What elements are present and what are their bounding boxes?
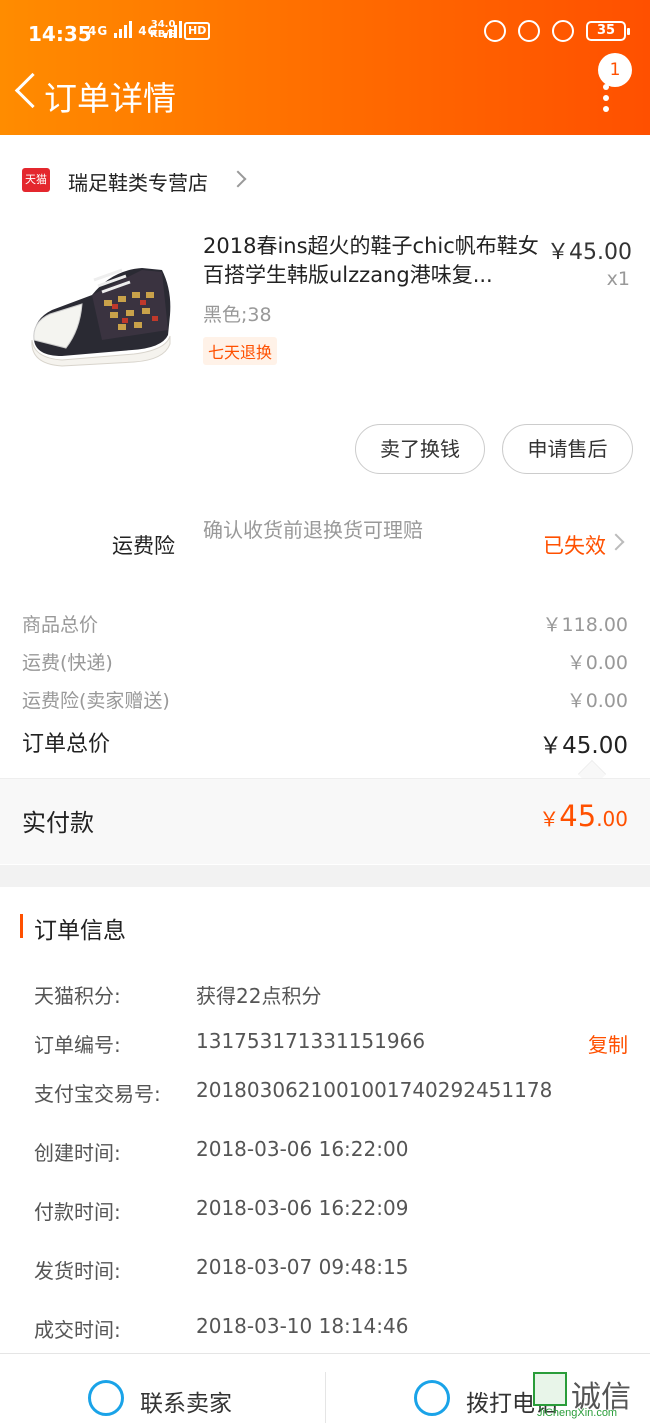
shipping-insurance-desc: 确认收货前退换货可理赔 bbox=[203, 518, 423, 542]
watermark-icon bbox=[533, 1372, 567, 1406]
shipping-insurance-status[interactable]: 已失效 bbox=[543, 530, 606, 560]
hd-icon: HD bbox=[184, 22, 211, 40]
watermark-logo: 诚信 JiChengXin.com bbox=[533, 1372, 650, 1423]
product-sku: 黑色;38 bbox=[203, 304, 272, 326]
more-icon bbox=[603, 84, 609, 117]
goods-total-row: 商品总价 ￥118.00 bbox=[22, 614, 628, 636]
status-bar: 14:35 4G 4G 34.0 KB/S HD 35 bbox=[0, 0, 650, 66]
actual-payment-value: ￥45.00 bbox=[539, 799, 628, 833]
network-speed: 34.0 KB/S bbox=[150, 19, 177, 40]
actual-payment-box: 实付款 ￥45.00 bbox=[0, 778, 650, 864]
product-title[interactable]: 2018春ins超火的鞋子chic帆布鞋女百搭学生韩版ulzzang港味复... bbox=[203, 232, 541, 290]
signal-icon bbox=[114, 20, 133, 38]
actual-payment-label: 实付款 bbox=[22, 809, 94, 837]
insurance-fee-row: 运费险(卖家赠送) ￥0.00 bbox=[22, 690, 628, 712]
status-icons: 35 bbox=[484, 20, 630, 42]
tmall-logo: 天猫 bbox=[22, 168, 50, 192]
shipping-insurance-label: 运费险 bbox=[112, 534, 175, 558]
copy-order-number-button[interactable]: 复制 bbox=[588, 1029, 628, 1058]
vibrate-icon bbox=[484, 20, 506, 42]
shop-name: 瑞足鞋类专营店 bbox=[68, 171, 208, 195]
back-button[interactable] bbox=[12, 70, 42, 114]
chevron-right-icon bbox=[229, 170, 247, 188]
apply-aftersale-button[interactable]: 申请售后 bbox=[502, 424, 633, 474]
sell-for-cash-button[interactable]: 卖了换钱 bbox=[355, 424, 485, 474]
page-title: 订单详情 bbox=[44, 79, 176, 118]
contact-seller-button[interactable]: 联系卖家 bbox=[0, 1354, 325, 1423]
header-bar: 14:35 4G 4G 34.0 KB/S HD 35 订单详情 1 bbox=[0, 0, 650, 135]
return-policy-tag: 七天退换 bbox=[203, 337, 278, 365]
battery-icon: 35 bbox=[586, 21, 630, 41]
shop-row[interactable]: 天猫 瑞足鞋类专营店 bbox=[0, 160, 650, 200]
product-image[interactable] bbox=[22, 240, 182, 370]
order-total-row: 订单总价 ￥45.00 bbox=[22, 732, 628, 759]
chat-icon bbox=[88, 1380, 124, 1416]
product-price: ￥45.00 bbox=[547, 240, 632, 265]
notification-badge: 1 bbox=[598, 53, 632, 87]
lock-rotation-icon bbox=[518, 20, 540, 42]
product-quantity: x1 bbox=[606, 268, 630, 290]
phone-icon bbox=[414, 1380, 450, 1416]
status-time: 14:35 bbox=[28, 22, 92, 46]
section-accent-bar bbox=[20, 914, 23, 938]
alarm-icon bbox=[552, 20, 574, 42]
shipping-fee-row: 运费(快递) ￥0.00 bbox=[22, 652, 628, 674]
order-info-title: 订单信息 bbox=[34, 918, 126, 944]
